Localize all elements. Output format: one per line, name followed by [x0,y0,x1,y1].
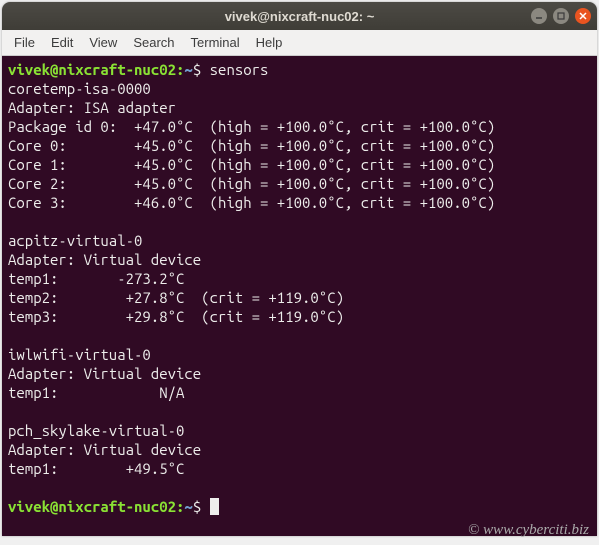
iwlwifi-adapter: Adapter: Virtual device [8,365,201,382]
titlebar: vivek@nixcraft-nuc02: ~ [2,2,597,30]
menu-view[interactable]: View [81,32,125,53]
prompt-user-host: vivek@nixcraft-nuc02 [8,61,176,78]
menu-edit[interactable]: Edit [43,32,81,53]
pch-name: pch_skylake-virtual-0 [8,422,184,439]
acpitz-name: acpitz-virtual-0 [8,232,142,249]
acpitz-row-2: temp3: +29.8°C (crit = +119.0°C) [8,308,344,325]
maximize-icon [557,12,565,20]
coretemp-row-2: Core 1: +45.0°C (high = +100.0°C, crit =… [8,156,495,173]
window-title: vivek@nixcraft-nuc02: ~ [10,9,589,24]
acpitz-row-1: temp2: +27.8°C (crit = +119.0°C) [8,289,344,306]
watermark: © www.cyberciti.biz [468,522,589,539]
terminal-window: vivek@nixcraft-nuc02: ~ File Edit View S… [2,2,597,536]
acpitz-row-0: temp1: -273.2°C [8,270,184,287]
coretemp-adapter: Adapter: ISA adapter [8,99,176,116]
coretemp-row-1: Core 0: +45.0°C (high = +100.0°C, crit =… [8,137,495,154]
iwlwifi-row-0: temp1: N/A [8,384,184,401]
prompt-path-2: ~ [184,498,192,515]
close-button[interactable] [575,8,591,24]
acpitz-adapter: Adapter: Virtual device [8,251,201,268]
prompt-dollar: $ [193,61,210,78]
pch-row-0: temp1: +49.5°C [8,460,184,477]
cursor [210,498,219,515]
window-controls [531,8,591,24]
minimize-button[interactable] [531,8,547,24]
menu-terminal[interactable]: Terminal [183,32,248,53]
terminal-output[interactable]: vivek@nixcraft-nuc02:~$ sensors coretemp… [2,56,597,536]
menu-file[interactable]: File [6,32,43,53]
menu-help[interactable]: Help [248,32,291,53]
coretemp-name: coretemp-isa-0000 [8,80,151,97]
prompt-path: ~ [184,61,192,78]
coretemp-row-0: Package id 0: +47.0°C (high = +100.0°C, … [8,118,495,135]
command-text: sensors [210,61,269,78]
menubar: File Edit View Search Terminal Help [2,30,597,56]
coretemp-row-3: Core 2: +45.0°C (high = +100.0°C, crit =… [8,175,495,192]
prompt-user-host-2: vivek@nixcraft-nuc02 [8,498,176,515]
maximize-button[interactable] [553,8,569,24]
minimize-icon [535,12,543,20]
iwlwifi-name: iwlwifi-virtual-0 [8,346,151,363]
close-icon [579,12,587,20]
menu-search[interactable]: Search [125,32,182,53]
pch-adapter: Adapter: Virtual device [8,441,201,458]
prompt-dollar-2: $ [193,498,210,515]
coretemp-row-4: Core 3: +46.0°C (high = +100.0°C, crit =… [8,194,495,211]
